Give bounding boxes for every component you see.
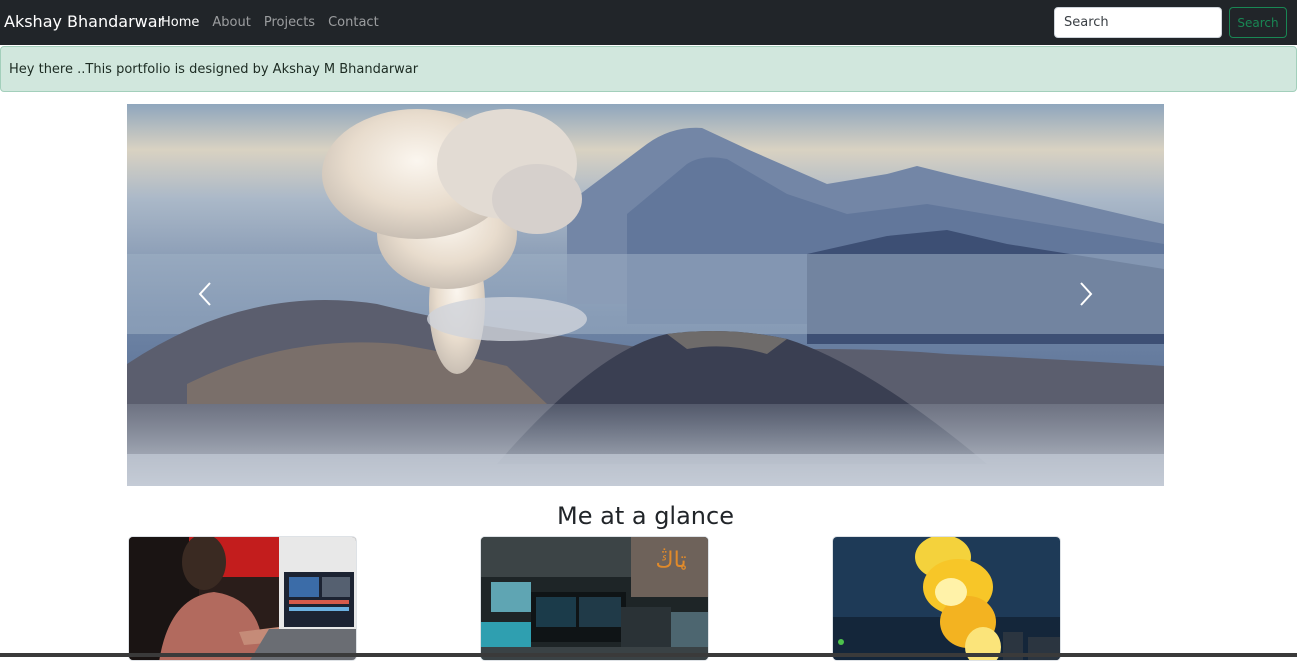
glance-heading: Me at a glance (557, 502, 734, 530)
carousel-prev-button[interactable] (185, 274, 225, 314)
glance-card-workspace[interactable]: ټاڭ (480, 536, 709, 661)
card-image-fire (833, 537, 1060, 660)
card-image-video-editing (129, 537, 356, 660)
glance-card-editing[interactable] (128, 536, 357, 661)
nav-link-projects[interactable]: Projects (264, 14, 315, 32)
chevron-right-icon (1080, 282, 1093, 306)
carousel-image-volcano (127, 104, 1164, 486)
svg-text:ټاڭ: ټاڭ (656, 547, 687, 573)
nav-link-contact[interactable]: Contact (328, 14, 379, 32)
carousel-next-button[interactable] (1066, 274, 1106, 314)
chevron-left-icon (198, 282, 211, 306)
search-input[interactable] (1054, 7, 1222, 38)
bottom-scroll-edge (0, 653, 1297, 657)
nav-link-home[interactable]: Home (161, 14, 199, 32)
nav-link-about[interactable]: About (212, 14, 250, 32)
hero-carousel (127, 104, 1164, 486)
alert-text: Hey there ..This portfolio is designed b… (9, 62, 419, 77)
navbar: Akshay Bhandarwar Home About Projects Co… (0, 0, 1297, 45)
alert-banner: Hey there ..This portfolio is designed b… (0, 46, 1297, 92)
glance-card-fire[interactable] (832, 536, 1061, 661)
navbar-brand[interactable]: Akshay Bhandarwar (4, 12, 164, 32)
search-button[interactable]: Search (1229, 7, 1287, 38)
card-image-workspace: ټاڭ (481, 537, 708, 660)
nav-links: Home About Projects Contact (161, 14, 392, 32)
